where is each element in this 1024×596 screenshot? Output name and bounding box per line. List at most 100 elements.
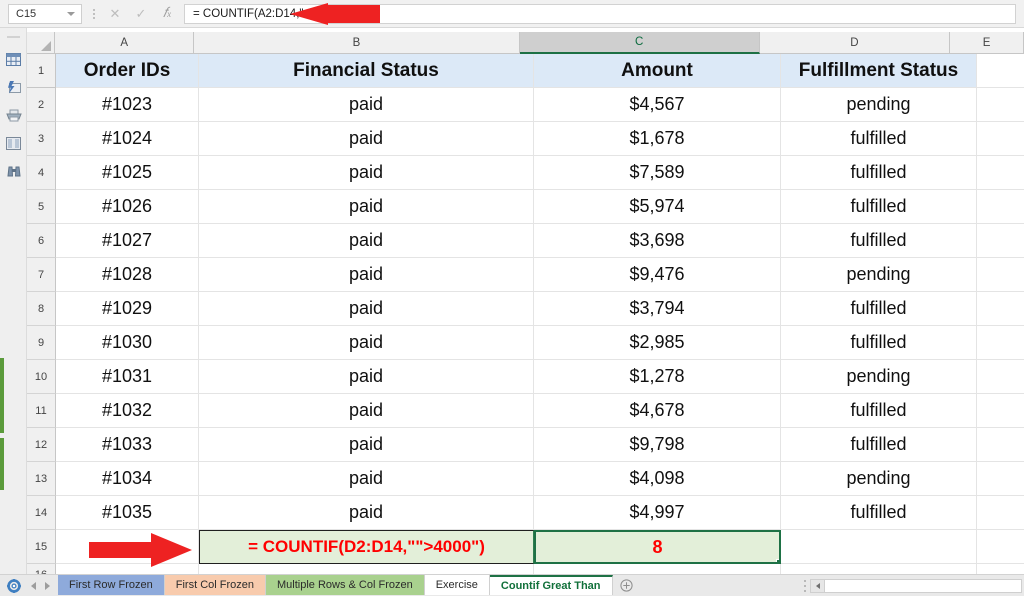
cell-B13[interactable]: paid bbox=[199, 462, 534, 496]
cell-E6[interactable] bbox=[977, 224, 1024, 258]
row-header-11[interactable]: 11 bbox=[27, 394, 56, 428]
cell-D5[interactable]: fulfilled bbox=[781, 190, 977, 224]
cell-C14[interactable]: $4,997 bbox=[534, 496, 781, 530]
cell-c15-result[interactable]: 8 bbox=[534, 530, 781, 564]
cell-A10[interactable]: #1031 bbox=[56, 360, 199, 394]
select-all-corner[interactable] bbox=[27, 32, 56, 54]
row-header-5[interactable]: 5 bbox=[27, 190, 56, 224]
cell-E11[interactable] bbox=[977, 394, 1024, 428]
vertical-scroll-indicator[interactable] bbox=[0, 358, 4, 433]
cell-E10[interactable] bbox=[977, 360, 1024, 394]
cell-E9[interactable] bbox=[977, 326, 1024, 360]
column-header-c[interactable]: C bbox=[519, 32, 760, 54]
cell-C4[interactable]: $7,589 bbox=[534, 156, 781, 190]
column-header-e[interactable]: E bbox=[950, 32, 1024, 54]
column-header-d[interactable]: D bbox=[759, 32, 951, 54]
cell-A2[interactable]: #1023 bbox=[56, 88, 199, 122]
cell-D10[interactable]: pending bbox=[781, 360, 977, 394]
close-icon[interactable]: ✕ bbox=[102, 3, 128, 25]
header-cell-e[interactable] bbox=[977, 54, 1024, 88]
cell-C7[interactable]: $9,476 bbox=[534, 258, 781, 292]
cell-E5[interactable] bbox=[977, 190, 1024, 224]
cell-A11[interactable]: #1032 bbox=[56, 394, 199, 428]
column-header-a[interactable]: A bbox=[55, 32, 195, 54]
cell-E4[interactable] bbox=[977, 156, 1024, 190]
column-header-b[interactable]: B bbox=[194, 32, 520, 54]
header-cell-financial-status[interactable]: Financial Status bbox=[199, 54, 534, 88]
cell-A12[interactable]: #1033 bbox=[56, 428, 199, 462]
book-icon[interactable] bbox=[0, 129, 27, 157]
header-cell-fulfillment-status[interactable]: Fulfillment Status bbox=[781, 54, 977, 88]
cell-B10[interactable]: paid bbox=[199, 360, 534, 394]
cell-D13[interactable]: pending bbox=[781, 462, 977, 496]
cell-B7[interactable]: paid bbox=[199, 258, 534, 292]
row-header-13[interactable]: 13 bbox=[27, 462, 56, 496]
cell-B2[interactable]: paid bbox=[199, 88, 534, 122]
cell-D14[interactable]: fulfilled bbox=[781, 496, 977, 530]
nav-prev-icon[interactable] bbox=[31, 581, 36, 590]
cell-E7[interactable] bbox=[977, 258, 1024, 292]
macro-icon[interactable] bbox=[0, 73, 27, 101]
vertical-scroll-indicator-2[interactable] bbox=[0, 438, 4, 490]
cell-A7[interactable]: #1028 bbox=[56, 258, 199, 292]
row-header-12[interactable]: 12 bbox=[27, 428, 56, 462]
cell-a15[interactable] bbox=[56, 530, 199, 564]
row-header-3[interactable]: 3 bbox=[27, 122, 56, 156]
cell-C10[interactable]: $1,278 bbox=[534, 360, 781, 394]
cell-D8[interactable]: fulfilled bbox=[781, 292, 977, 326]
plus-circle-icon[interactable] bbox=[613, 575, 641, 596]
cell-A5[interactable]: #1026 bbox=[56, 190, 199, 224]
nav-next-icon[interactable] bbox=[45, 581, 50, 590]
cell-E3[interactable] bbox=[977, 122, 1024, 156]
cell-d15[interactable] bbox=[781, 530, 977, 564]
cell-D11[interactable]: fulfilled bbox=[781, 394, 977, 428]
cell-A6[interactable]: #1027 bbox=[56, 224, 199, 258]
cell-E8[interactable] bbox=[977, 292, 1024, 326]
cell-B11[interactable]: paid bbox=[199, 394, 534, 428]
cell-C8[interactable]: $3,794 bbox=[534, 292, 781, 326]
row-header-8[interactable]: 8 bbox=[27, 292, 56, 326]
cell-B12[interactable]: paid bbox=[199, 428, 534, 462]
cell-E13[interactable] bbox=[977, 462, 1024, 496]
cell-D3[interactable]: fulfilled bbox=[781, 122, 977, 156]
row-header-6[interactable]: 6 bbox=[27, 224, 56, 258]
cell-e15[interactable] bbox=[977, 530, 1024, 564]
row-header-2[interactable]: 2 bbox=[27, 88, 56, 122]
binoculars-icon[interactable] bbox=[0, 157, 27, 185]
cell-C2[interactable]: $4,567 bbox=[534, 88, 781, 122]
chevron-down-icon[interactable] bbox=[67, 11, 75, 16]
cell-B6[interactable]: paid bbox=[199, 224, 534, 258]
cell-D4[interactable]: fulfilled bbox=[781, 156, 977, 190]
fill-handle[interactable] bbox=[776, 559, 779, 562]
cell-E2[interactable] bbox=[977, 88, 1024, 122]
cell-A9[interactable]: #1030 bbox=[56, 326, 199, 360]
cell-D9[interactable]: fulfilled bbox=[781, 326, 977, 360]
header-cell-order-ids[interactable]: Order IDs bbox=[56, 54, 199, 88]
row-header-14[interactable]: 14 bbox=[27, 496, 56, 530]
cell-b15-formula-text[interactable]: = COUNTIF(D2:D14,"">4000") bbox=[199, 530, 534, 564]
sheet-tab-0[interactable]: First Row Frozen bbox=[58, 574, 165, 595]
cell-B9[interactable]: paid bbox=[199, 326, 534, 360]
check-icon[interactable]: ✓ bbox=[128, 3, 154, 25]
cell-D6[interactable]: fulfilled bbox=[781, 224, 977, 258]
scroll-grip[interactable] bbox=[800, 575, 810, 596]
row-header-4[interactable]: 4 bbox=[27, 156, 56, 190]
spreadsheet-icon[interactable] bbox=[0, 45, 27, 73]
cell-A3[interactable]: #1024 bbox=[56, 122, 199, 156]
cell-C12[interactable]: $9,798 bbox=[534, 428, 781, 462]
cell-C6[interactable]: $3,698 bbox=[534, 224, 781, 258]
cell-B5[interactable]: paid bbox=[199, 190, 534, 224]
cell-C5[interactable]: $5,974 bbox=[534, 190, 781, 224]
sheet-tab-2[interactable]: Multiple Rows & Col Frozen bbox=[266, 574, 425, 595]
row-header-10[interactable]: 10 bbox=[27, 360, 56, 394]
name-box[interactable]: C15 bbox=[8, 3, 82, 24]
scroll-left-button[interactable] bbox=[811, 579, 825, 592]
cell-D7[interactable]: pending bbox=[781, 258, 977, 292]
cell-C11[interactable]: $4,678 bbox=[534, 394, 781, 428]
cell-C13[interactable]: $4,098 bbox=[534, 462, 781, 496]
sheet-tab-3[interactable]: Exercise bbox=[424, 574, 490, 595]
row-header-1[interactable]: 1 bbox=[27, 54, 56, 88]
printer-icon[interactable] bbox=[0, 101, 27, 129]
cell-B3[interactable]: paid bbox=[199, 122, 534, 156]
fx-icon[interactable]: 𝑓x bbox=[154, 3, 180, 25]
